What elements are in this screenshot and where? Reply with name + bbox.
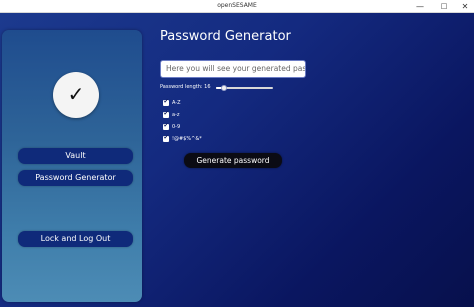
minimize-icon[interactable]: — (410, 0, 430, 13)
generate-password-button[interactable]: Generate password (184, 153, 282, 168)
lock-and-logout-button[interactable]: Lock and Log Out (18, 231, 133, 247)
check-icon: ✔ (163, 98, 169, 105)
window-titlebar: openSESAME — □ ✕ (0, 0, 474, 13)
check-icon: ✔ (163, 134, 169, 141)
password-length-label: Password length: 16 (160, 84, 211, 90)
generated-password-placeholder: Here you will see your generated passwor… (166, 64, 306, 73)
check-icon: ✔ (163, 110, 169, 117)
checkmark-icon: ✓ (67, 82, 85, 106)
option-label: A-Z (172, 100, 181, 106)
close-icon[interactable]: ✕ (455, 0, 474, 13)
window-title: openSESAME (217, 2, 257, 9)
page-title: Password Generator (160, 29, 291, 44)
checkbox-lowercase[interactable]: ✔ (163, 110, 169, 118)
checkbox-digits[interactable]: ✔ (163, 122, 169, 130)
option-label: 0-9 (172, 124, 181, 130)
generated-password-field[interactable]: Here you will see your generated passwor… (160, 60, 306, 78)
option-label: a-z (172, 112, 180, 118)
avatar: ✓ (53, 72, 99, 118)
slider-thumb[interactable] (221, 85, 228, 91)
password-generator-button[interactable]: Password Generator (18, 170, 133, 186)
vault-button[interactable]: Vault (18, 148, 133, 164)
sidebar: ✓ Vault Password Generator Lock and Log … (2, 30, 142, 302)
checkbox-uppercase[interactable]: ✔ (163, 98, 169, 106)
main-area: ✓ Vault Password Generator Lock and Log … (0, 13, 474, 307)
check-icon: ✔ (163, 122, 169, 129)
checkbox-symbols[interactable]: ✔ (163, 134, 169, 142)
option-label: !@#$%^&* (172, 136, 202, 142)
maximize-icon[interactable]: □ (434, 0, 454, 13)
password-length-slider[interactable] (216, 85, 273, 91)
